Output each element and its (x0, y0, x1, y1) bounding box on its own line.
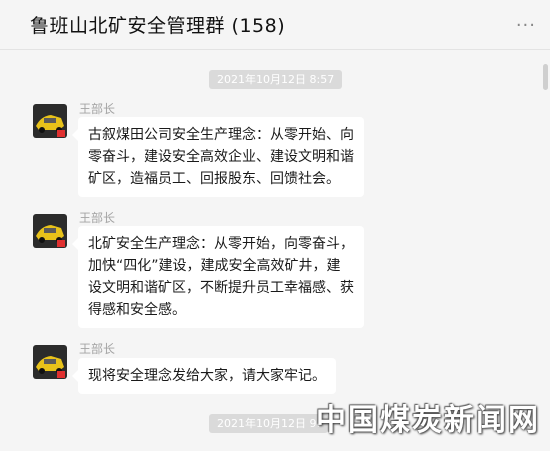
ellipsis-icon[interactable]: ··· (516, 15, 536, 36)
avatar[interactable] (33, 214, 67, 248)
sender-name: 王部长 (79, 342, 116, 356)
message-line: 矿区，造福员工、回报股东、回馈社会。 (88, 171, 340, 187)
chat-header: 鲁班山北矿安全管理群 (158) ··· (0, 0, 550, 50)
message-bubble[interactable]: 北矿安全生产理念：从零开始，向零奋斗， 加快“四化”建设，建成安全高效矿井，建 … (72, 226, 364, 328)
chat-title: 鲁班山北矿安全管理群 (158) (30, 15, 286, 37)
message-line: 得感和安全感。 (88, 302, 186, 318)
avatar[interactable] (33, 104, 67, 138)
message-line: 古叙煤田公司安全生产理念：从零开始、向 (88, 127, 354, 143)
message-line: 现将安全理念发给大家，请大家牢记。 (88, 368, 326, 384)
timestamp: 2021年10月12日 8:57 (209, 70, 343, 89)
message-line: 设文明和谐矿区，不断提升员工幸福感、获 (88, 280, 354, 296)
scrollbar[interactable] (543, 64, 548, 90)
timestamp: 2021年10月12日 9: (209, 414, 329, 433)
sender-name: 王部长 (79, 211, 116, 225)
message-line: 加快“四化”建设，建成安全高效矿井，建 (88, 258, 341, 274)
sender-name: 王部长 (79, 102, 116, 116)
message-line: 北矿安全生产理念：从零开始，向零奋斗， (88, 236, 354, 252)
message-bubble[interactable]: 现将安全理念发给大家，请大家牢记。 (72, 358, 336, 394)
watermark: 中国煤炭新闻网 (316, 403, 540, 438)
message-line: 零奋斗，建设安全高效企业、建设文明和谐 (88, 149, 354, 165)
message-bubble[interactable]: 古叙煤田公司安全生产理念：从零开始、向 零奋斗，建设安全高效企业、建设文明和谐 … (72, 117, 364, 197)
avatar[interactable] (33, 345, 67, 379)
